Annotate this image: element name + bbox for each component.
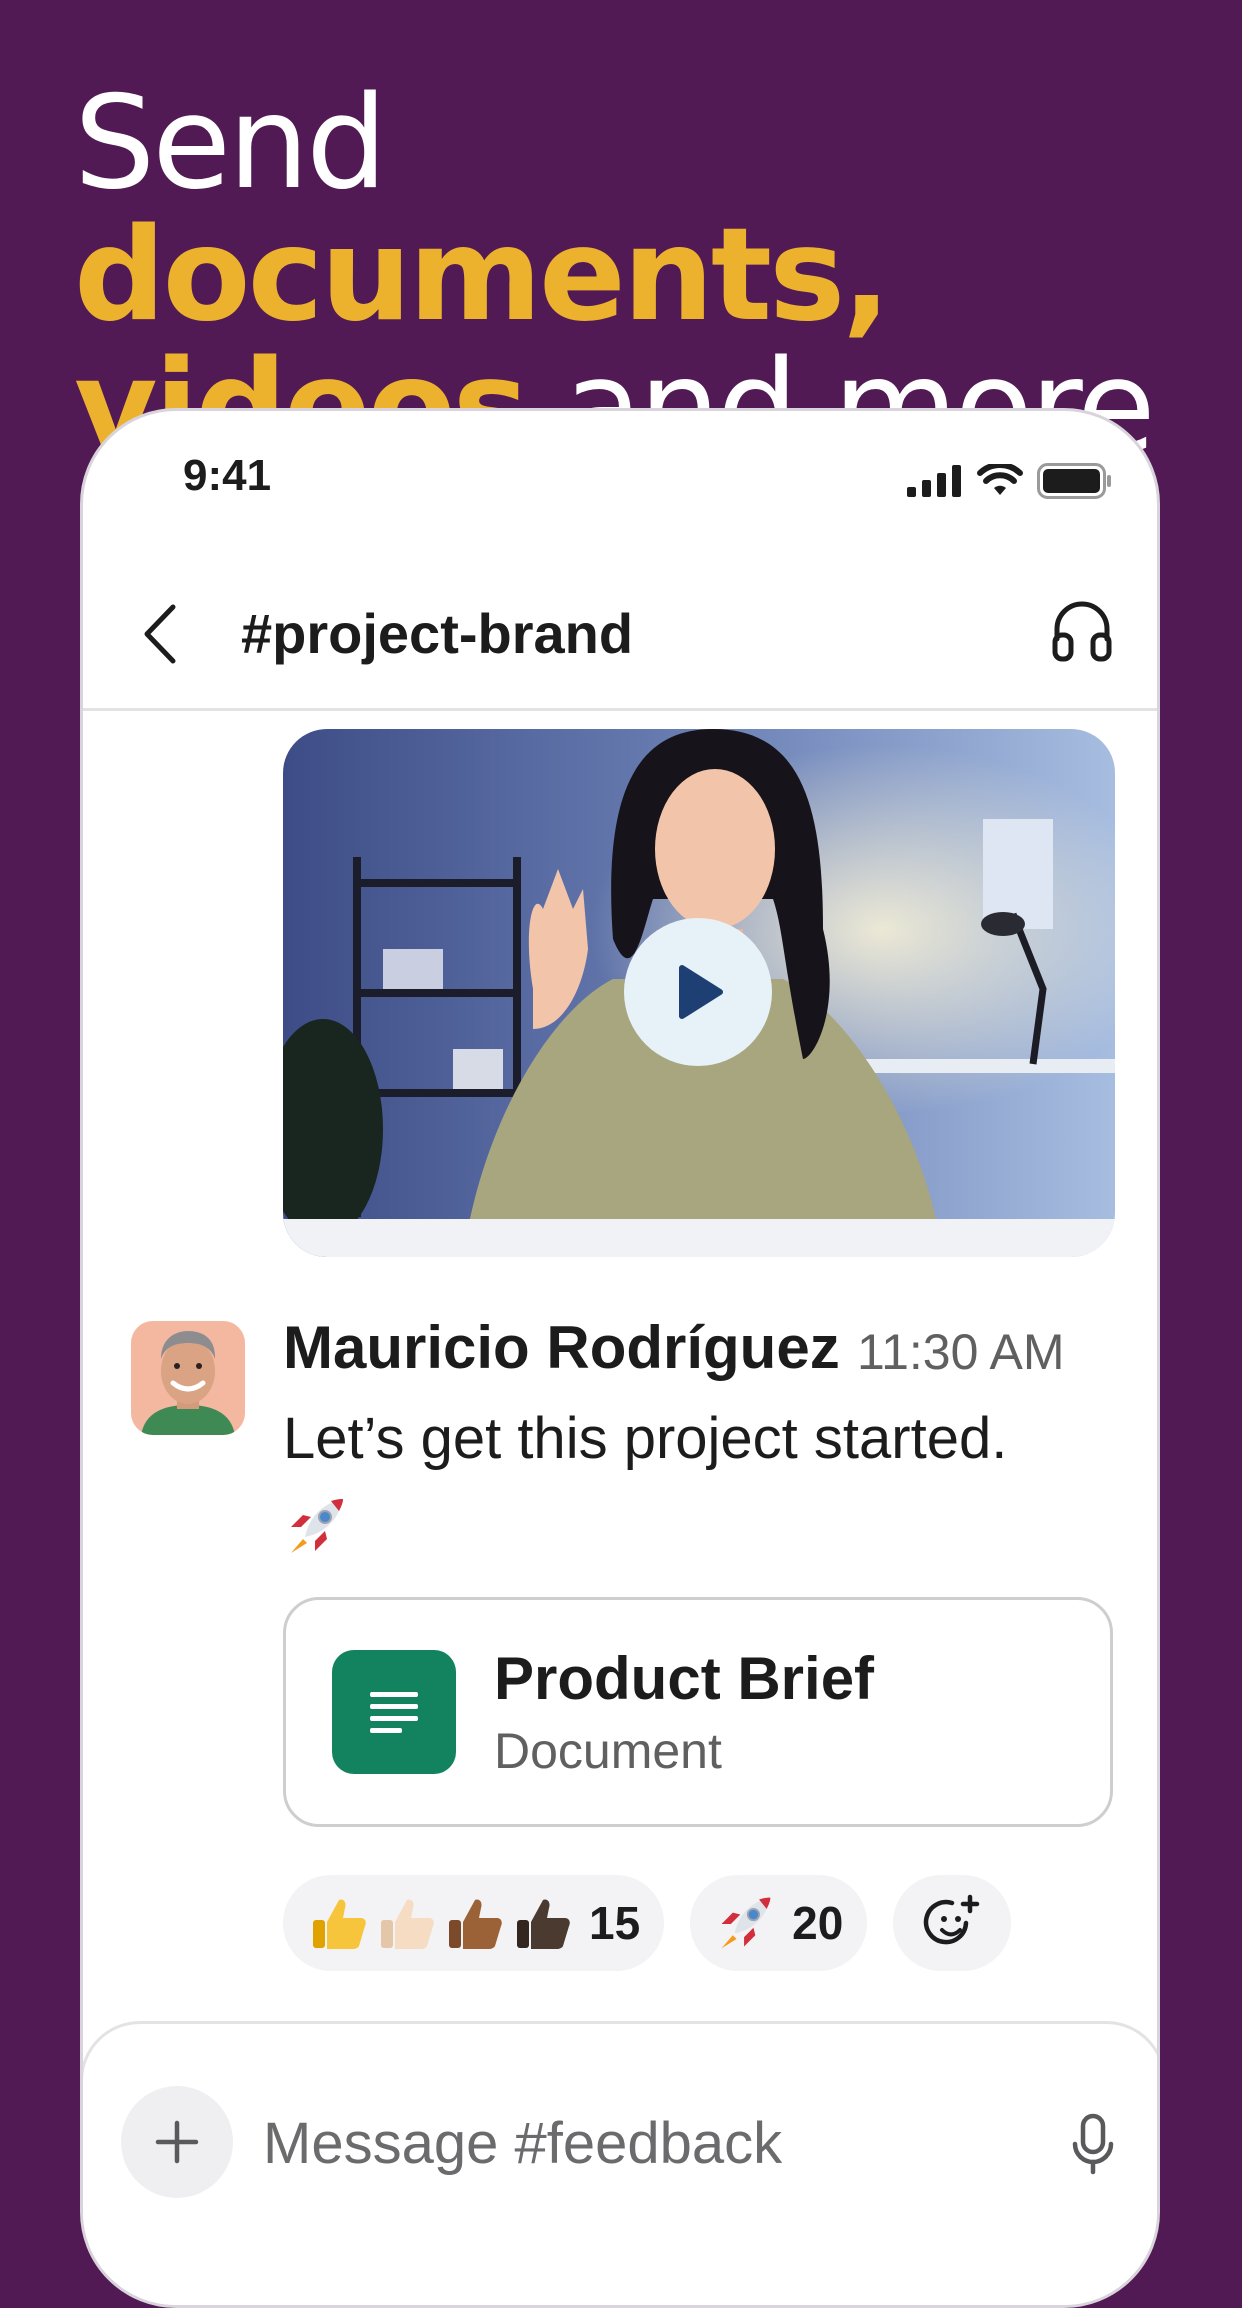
- avatar[interactable]: [131, 1321, 245, 1435]
- play-icon: [679, 965, 723, 1019]
- reaction-count: 15: [589, 1897, 641, 1949]
- signal-icon: [907, 465, 961, 497]
- sender-name[interactable]: Mauricio Rodríguez: [283, 1313, 840, 1382]
- plus-icon: [155, 2120, 199, 2164]
- reactions-row: 15 20: [283, 1875, 1012, 1971]
- status-bar: 9:41: [83, 411, 1157, 551]
- video-preview[interactable]: [283, 729, 1115, 1257]
- phone-frame: 9:41 #project-brand Mauricio Rodríguez 1…: [80, 408, 1160, 2308]
- microphone-icon: [1072, 2113, 1114, 2175]
- status-time: 9:41: [183, 451, 272, 500]
- message-timestamp: 11:30 AM: [857, 1324, 1065, 1380]
- attach-button[interactable]: [121, 2086, 233, 2198]
- chevron-left-icon: [144, 604, 176, 664]
- play-button[interactable]: [624, 918, 772, 1066]
- channel-header: #project-brand: [83, 551, 1157, 711]
- rocket-emoji: [291, 1499, 343, 1553]
- add-emoji-icon: [924, 1894, 980, 1945]
- thumbs-up-medium-dark-emoji: [449, 1899, 502, 1949]
- headphones-icon: [1052, 601, 1112, 662]
- status-icons: [907, 461, 1113, 501]
- thumbs-up-light-emoji: [381, 1899, 434, 1949]
- document-type: Document: [494, 1723, 722, 1779]
- channel-name[interactable]: #project-brand: [241, 601, 633, 666]
- rocket-emoji: [721, 1897, 771, 1949]
- document-lines-icon: [370, 1692, 418, 1733]
- message-input[interactable]: [263, 2098, 1003, 2188]
- headline-word-send: Send: [74, 69, 387, 218]
- headline-word-documents: documents,: [74, 201, 891, 350]
- reaction-count: 20: [792, 1897, 844, 1949]
- message-text: Let’s get this project started.: [283, 1406, 1008, 1471]
- battery-icon: [1037, 463, 1111, 499]
- message-composer: [83, 2021, 1157, 2305]
- headline-line-1: Send documents,: [74, 78, 1194, 342]
- reaction-rocket[interactable]: 20: [690, 1875, 868, 1971]
- thumbs-up-emoji: [313, 1899, 366, 1949]
- add-reaction-button[interactable]: [893, 1875, 1012, 1971]
- back-button[interactable]: [133, 599, 193, 669]
- avatar-photo: [131, 1321, 245, 1435]
- huddle-button[interactable]: [1047, 595, 1117, 665]
- file-attachment-card[interactable]: Product Brief Document: [283, 1597, 1113, 1827]
- thumbs-up-dark-emoji: [517, 1899, 570, 1949]
- document-title: Product Brief: [494, 1645, 875, 1712]
- microphone-button[interactable]: [1063, 2110, 1123, 2180]
- reaction-thumbs-up[interactable]: 15: [283, 1875, 665, 1971]
- document-icon: [332, 1650, 456, 1774]
- wifi-icon: [977, 464, 1023, 495]
